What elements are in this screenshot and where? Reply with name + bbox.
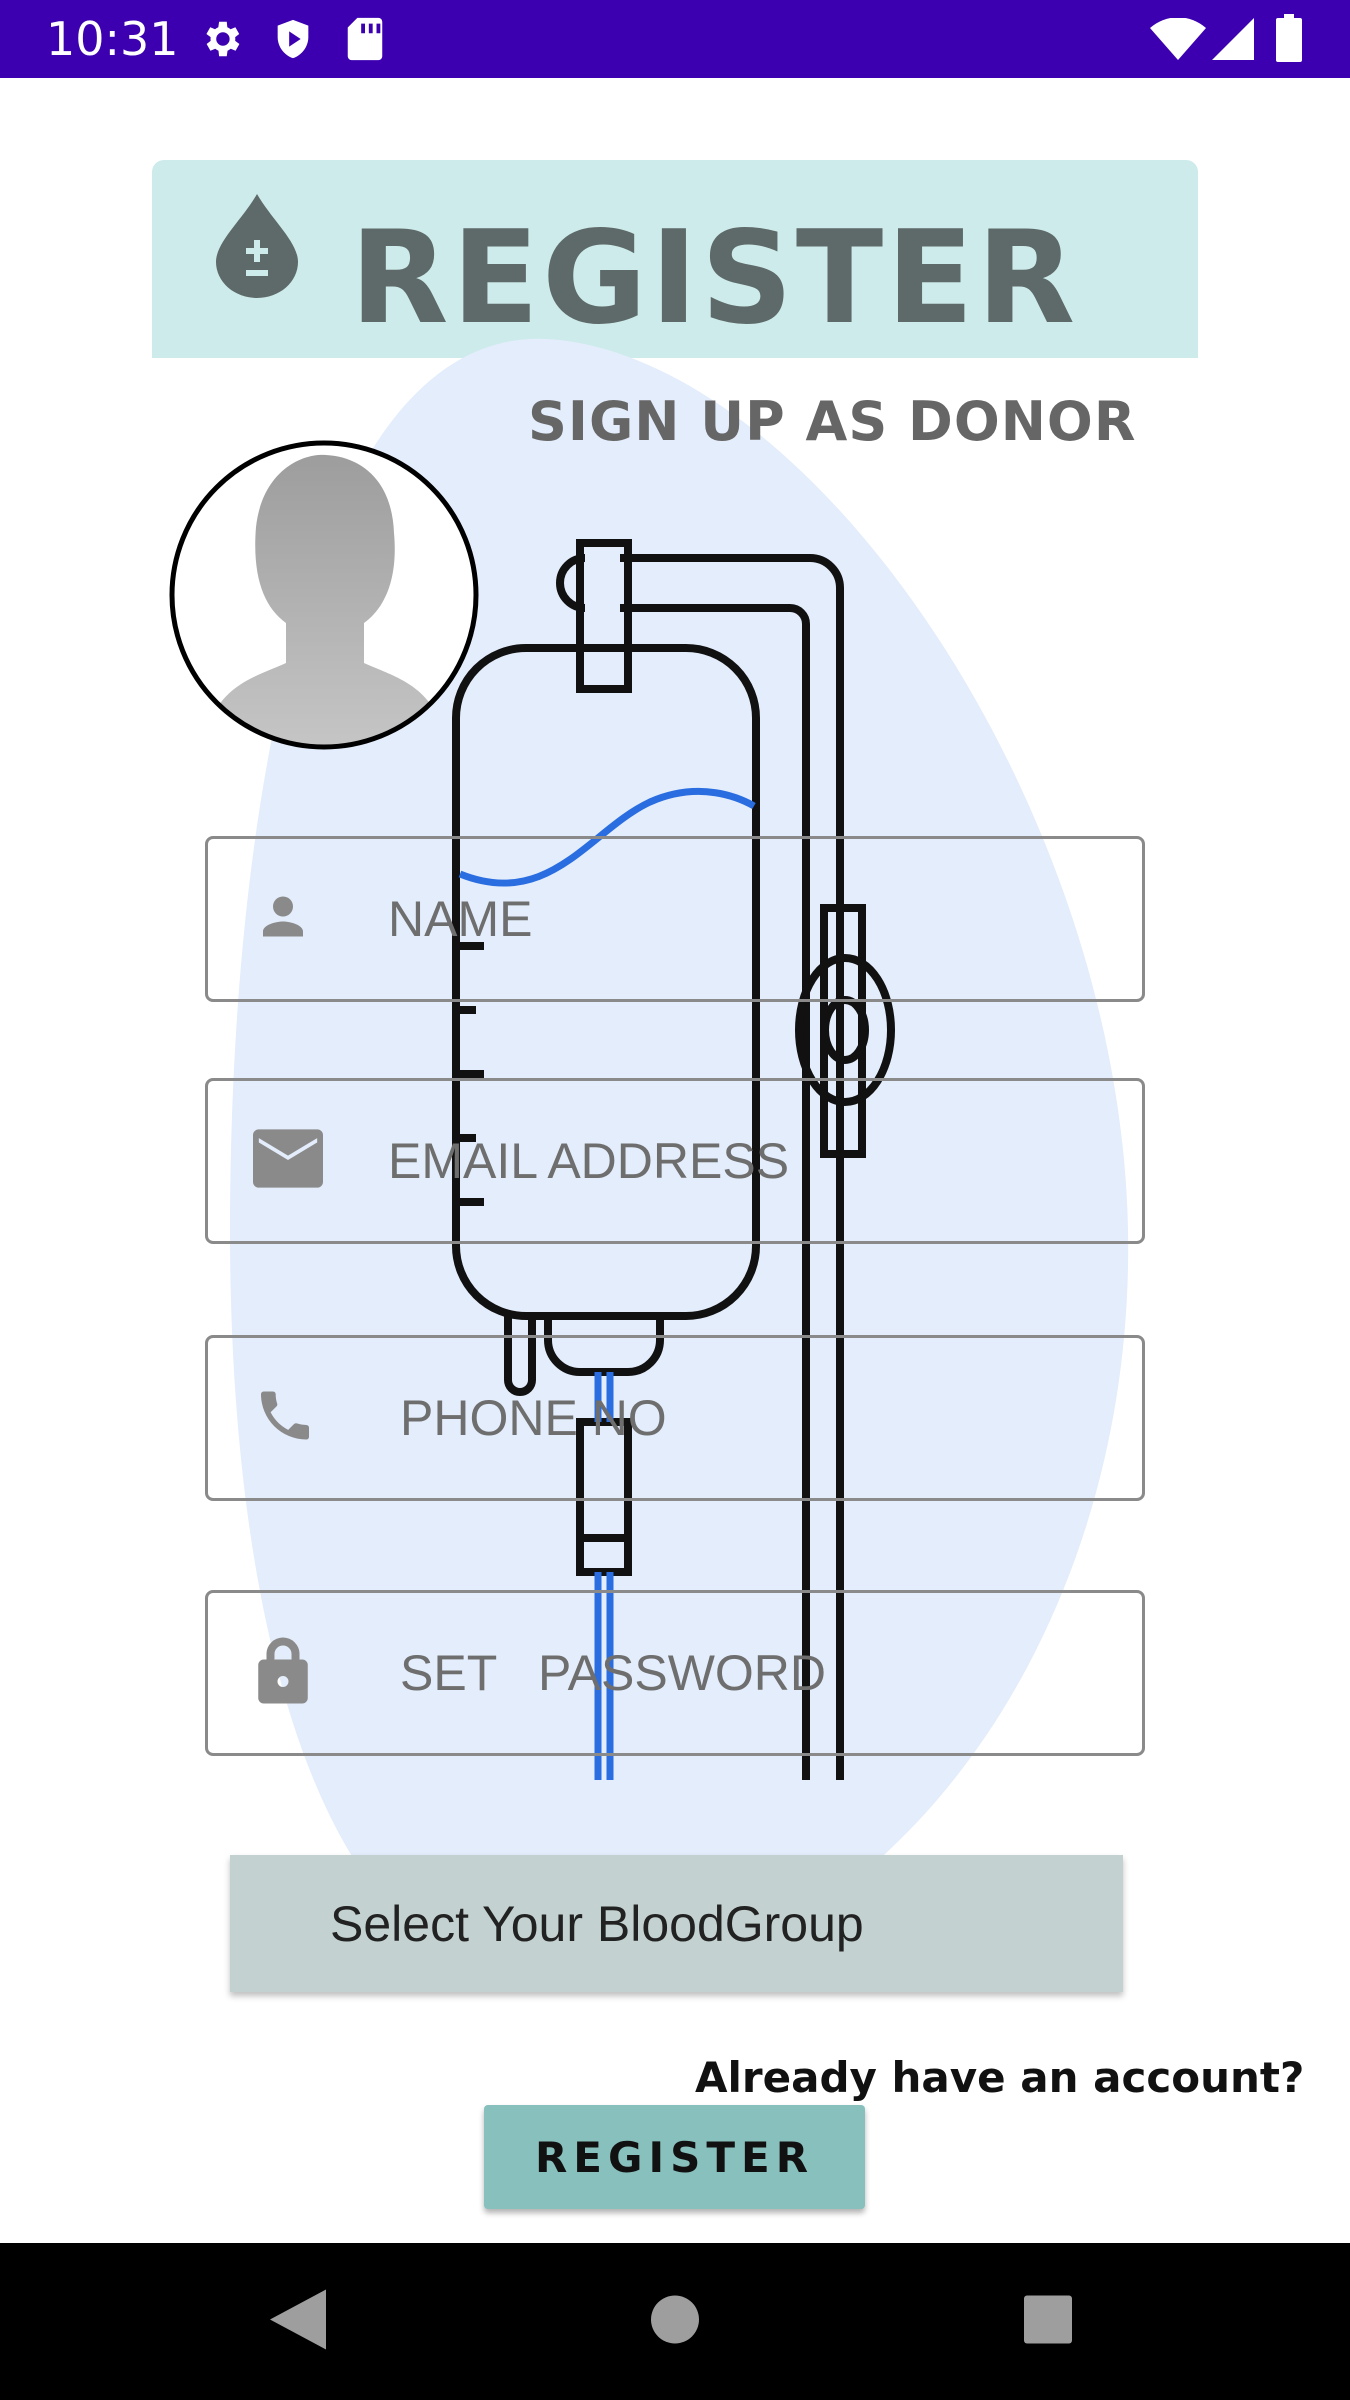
settings-icon [198,16,244,67]
name-placeholder: NAME [388,891,533,947]
register-button[interactable]: REGISTER [484,2105,865,2209]
email-placeholder: EMAIL ADDRESS [388,1133,790,1189]
recents-icon[interactable] [1023,2294,1073,2349]
navigation-bar [0,2243,1350,2400]
login-link[interactable]: Already have an account? [695,2053,1304,2102]
phone-field[interactable]: PHONE NO [205,1335,1145,1501]
blood-group-select[interactable]: Select Your BloodGroup [230,1855,1123,1992]
signal-icon [1212,18,1254,65]
lock-icon [253,1637,313,1709]
phone-placeholder: PHONE NO [400,1390,667,1446]
avatar[interactable] [166,437,482,753]
subtitle: SIGN UP AS DONOR [528,390,1137,453]
sd-card-icon [345,16,385,67]
blood-drop-icon [212,190,302,305]
phone-icon [253,1384,317,1453]
password-field[interactable]: SET PASSWORD [205,1590,1145,1756]
back-icon[interactable] [270,2289,326,2354]
page-title: REGISTER [350,204,1079,353]
email-field[interactable]: EMAIL ADDRESS [205,1078,1145,1244]
home-icon[interactable] [650,2294,700,2349]
battery-icon [1276,14,1302,67]
person-icon [253,887,313,952]
blood-group-label: Select Your BloodGroup [330,1895,864,1952]
wifi-icon [1150,17,1206,65]
name-field[interactable]: NAME [205,836,1145,1002]
register-button-label: REGISTER [534,2132,815,2182]
shield-icon [270,16,316,67]
password-placeholder: SET PASSWORD [400,1645,827,1701]
status-time: 10:31 [46,12,179,66]
status-bar: 10:31 [0,0,1350,78]
email-icon [253,1129,323,1194]
